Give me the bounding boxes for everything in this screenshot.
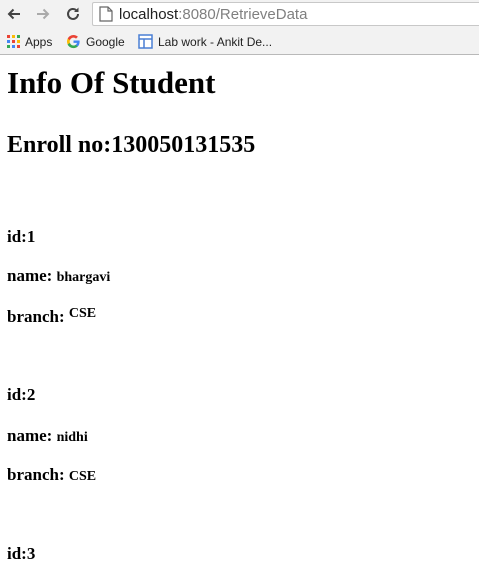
browser-toolbar: localhost:8080/RetrieveData: [0, 0, 479, 29]
student-name: bhargavi: [56, 270, 111, 285]
url-host: localhost: [119, 5, 179, 23]
name-label: name:: [7, 266, 53, 285]
student-id: id:1: [7, 227, 36, 246]
bookmark-apps[interactable]: Apps: [7, 29, 52, 54]
student-name-row: name: nidhi: [7, 426, 88, 446]
bookmark-label: Google: [86, 34, 125, 49]
reload-button[interactable]: [62, 3, 84, 25]
student-branch: CSE: [68, 306, 97, 321]
student-name-row: name: bhargavi: [7, 266, 110, 286]
student-name: nidhi: [56, 430, 88, 445]
bookmark-label: Apps: [25, 34, 53, 49]
forward-button[interactable]: [32, 3, 54, 25]
branch-label: branch:: [7, 465, 65, 484]
page-content: Info Of Student Enroll no:130050131535 i…: [0, 55, 479, 570]
url-text: localhost:8080/RetrieveData: [119, 6, 307, 23]
bookmark-google[interactable]: Google: [66, 29, 125, 54]
page-title: Info Of Student: [7, 65, 216, 100]
google-g-icon: [66, 34, 81, 49]
url-path: :8080/RetrieveData: [178, 5, 308, 23]
back-arrow-icon: [7, 8, 20, 20]
page-layout-icon: [138, 34, 153, 49]
address-bar[interactable]: localhost:8080/RetrieveData: [92, 2, 479, 26]
back-button[interactable]: [3, 3, 25, 25]
student-branch: CSE: [68, 469, 97, 484]
bookmark-lab-work[interactable]: Lab work - Ankit De...: [138, 29, 272, 54]
student-id: id:3: [7, 544, 36, 563]
bookmarks-bar: Apps Google Lab work - Ankit De...: [0, 29, 479, 55]
name-label: name:: [7, 426, 53, 445]
student-branch-row: branch: CSE: [7, 465, 96, 485]
student-branch-row: branch: CSE: [7, 306, 97, 327]
branch-label: branch:: [7, 307, 65, 326]
bookmark-label: Lab work - Ankit De...: [158, 34, 273, 49]
apps-grid-icon: [7, 35, 20, 48]
page-icon: [99, 6, 113, 22]
forward-arrow-icon: [37, 8, 50, 20]
enroll-number: Enroll no:130050131535: [7, 132, 256, 158]
reload-icon: [67, 7, 79, 20]
student-id: id:2: [7, 385, 36, 404]
